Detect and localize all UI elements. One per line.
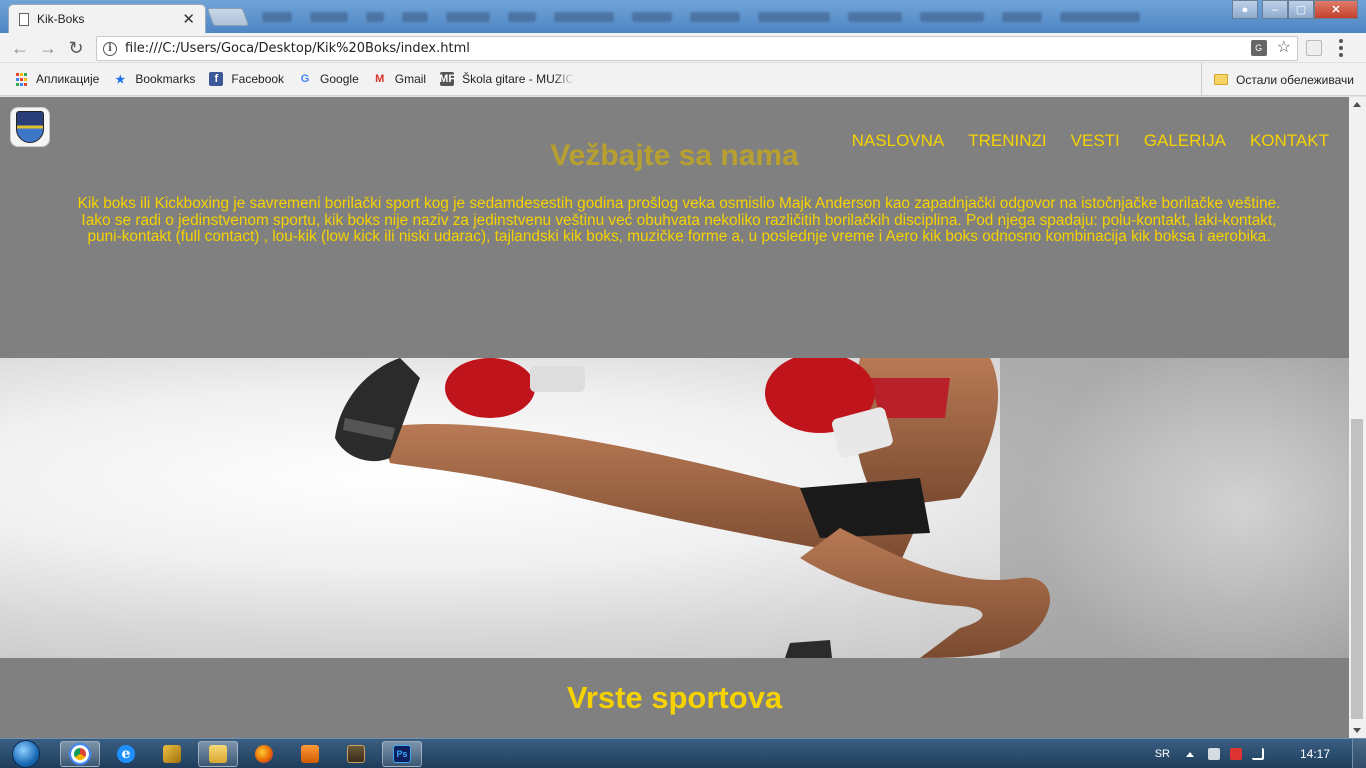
taskbar-ie[interactable]: e [106, 741, 146, 767]
bookmark-label: Facebook [231, 72, 285, 86]
forward-arrow-icon[interactable]: → [38, 38, 58, 58]
info-icon[interactable]: i [103, 41, 117, 56]
media-player-icon [301, 745, 319, 763]
extension-icon[interactable] [1306, 40, 1322, 56]
hero-paragraph: Kik boks ili Kickboxing je savremeni bor… [77, 195, 1281, 245]
taskbar-media-player[interactable] [290, 741, 330, 767]
bookmark-google[interactable]: G Google [298, 72, 359, 86]
taskbar-app[interactable] [336, 741, 376, 767]
new-tab-button[interactable] [206, 8, 250, 26]
bookmark-star-icon[interactable]: ☆ [1277, 40, 1291, 56]
app-icon [347, 745, 365, 763]
window-controls: ● [1232, 0, 1258, 19]
language-indicator[interactable]: SR [1155, 748, 1170, 760]
scroll-down-icon[interactable] [1353, 728, 1361, 733]
bookmark-bookmarks[interactable]: ★ Bookmarks [113, 72, 195, 86]
tab-close-button[interactable]: ✕ [182, 10, 195, 28]
windows-logo-icon [12, 740, 40, 768]
kickboxing-photo [0, 358, 1349, 658]
firefox-icon [255, 745, 273, 763]
bookmark-label: Google [320, 72, 359, 86]
window-buttons: – ▢ ✕ [1262, 0, 1358, 19]
apps-icon [14, 72, 28, 86]
mf-icon: MF [439, 72, 456, 86]
other-bookmarks-label: Остали обележивачи [1236, 72, 1354, 87]
browser-tab[interactable]: Kik-Boks ✕ [8, 4, 206, 33]
taskbar-explorer[interactable] [198, 741, 238, 767]
taskbar-pencil[interactable] [152, 741, 192, 767]
maximize-button[interactable]: ▢ [1288, 0, 1314, 19]
google-icon: G [300, 73, 310, 85]
kickboxer-illustration [335, 358, 1349, 658]
internet-explorer-icon: e [117, 745, 135, 763]
folder-icon [209, 745, 227, 763]
scroll-up-icon[interactable] [1353, 102, 1361, 107]
bookmark-skola-gitare[interactable]: MF Škola gitare - MUZIC [439, 72, 575, 86]
show-desktop-button[interactable] [1352, 739, 1366, 768]
url-text: file:///C:/Users/Goca/Desktop/Kik%20Boks… [125, 41, 470, 56]
bookmark-label: Апликације [36, 72, 100, 86]
pencil-app-icon [163, 745, 181, 763]
bookmark-facebook[interactable]: f Facebook [209, 72, 284, 86]
background-window-toolbar [262, 6, 1202, 28]
page-scrollbar[interactable] [1349, 97, 1366, 738]
browser-menu-icon[interactable] [1339, 39, 1343, 57]
reload-icon[interactable]: ↻ [66, 38, 86, 58]
back-arrow-icon[interactable]: ← [10, 38, 30, 58]
scroll-thumb[interactable] [1351, 419, 1363, 719]
system-tray: SR 14:17 [1155, 739, 1366, 768]
photoshop-icon: Ps [393, 745, 411, 763]
translate-icon[interactable]: G [1250, 40, 1267, 56]
volume-icon[interactable] [1207, 748, 1220, 760]
bookmarks-bar: Апликације ★ Bookmarks f Facebook G Goog… [0, 63, 1366, 96]
network-warning-icon[interactable] [1229, 748, 1242, 760]
profile-icon[interactable]: ● [1232, 0, 1258, 19]
clock[interactable]: 14:17 [1300, 747, 1330, 761]
document-icon [19, 12, 29, 26]
star-icon: ★ [115, 73, 126, 86]
signal-icon[interactable] [1251, 748, 1264, 760]
page-viewport: NASLOVNA TRENINZI VESTI GALERIJA KONTAKT… [0, 97, 1349, 738]
gmail-icon: M [375, 73, 385, 85]
chrome-icon [69, 743, 91, 765]
folder-icon [1214, 74, 1229, 85]
tab-title: Kik-Boks [37, 12, 85, 26]
browser-tab-strip: Kik-Boks ✕ ● – ▢ ✕ [0, 0, 1366, 33]
show-hidden-icons-icon[interactable] [1185, 751, 1194, 757]
browser-toolbar: ← → ↻ i file:///C:/Users/Goca/Desktop/Ki… [0, 33, 1366, 63]
taskbar-photoshop[interactable]: Ps [382, 741, 422, 767]
start-button[interactable] [6, 739, 46, 768]
facebook-icon: f [209, 72, 224, 86]
bookmark-gmail[interactable]: M Gmail [373, 72, 426, 86]
address-bar[interactable]: i file:///C:/Users/Goca/Desktop/Kik%20Bo… [96, 36, 1298, 61]
bookmark-apps[interactable]: Апликације [14, 72, 99, 86]
close-window-button[interactable]: ✕ [1314, 0, 1358, 19]
minimize-button[interactable]: – [1262, 0, 1288, 19]
bookmark-label: Gmail [394, 72, 427, 86]
section-title: Vrste sportova [566, 680, 783, 715]
bookmark-label: Bookmarks [135, 72, 196, 86]
taskbar-firefox[interactable] [244, 741, 284, 767]
taskbar-chrome[interactable] [60, 741, 100, 767]
other-bookmarks-folder[interactable]: Остали обележивачи [1201, 63, 1354, 96]
hero-title: Vežbajte sa nama [550, 139, 799, 172]
bookmark-label: Škola gitare - MUZIC [462, 72, 575, 86]
windows-taskbar: e Ps SR 14:17 [0, 738, 1366, 768]
